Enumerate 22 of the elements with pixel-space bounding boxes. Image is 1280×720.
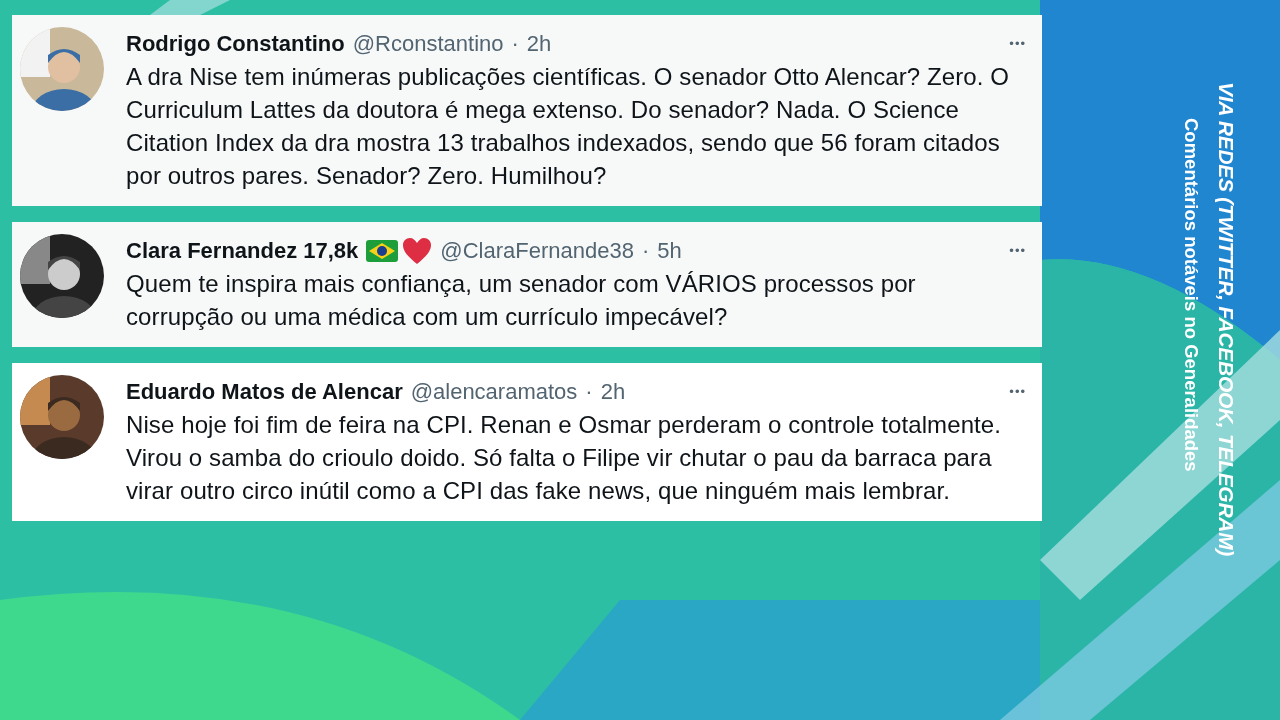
author-name: Rodrigo Constantino [126, 30, 345, 58]
tweet-text: A dra Nise tem inúmeras publicações científicas. O senador Otto Alencar? Zero. O Curriculum Lattes da doutora é mega extenso. Do senador? Nada. O Science Citation Index da dra mostra 13 trabalhos indexados, sendo que 56 foram citados por outros pares. Senador? Zero. Humilhou? [126, 62, 1011, 191]
banner-title: VIA REDES (TWITTER, FACEBOOK, TELEGRAM) [1214, 82, 1239, 559]
tweet-time[interactable]: 2h [600, 375, 626, 408]
tweet-text: Nise hoje foi fim de feira na CPI. Renan e Osmar perderam o controle totalmente. Virou o samba do crioulo doido. Só falta o Filipe vir chutar o pau da barraca para virar outro circo inútil como a CPI das fake news, que ninguém mais lembrar. [126, 410, 1003, 506]
separator-dot: · [641, 237, 650, 265]
separator-dot: · [511, 30, 519, 58]
tweet-time[interactable]: 2h [526, 27, 552, 60]
more-button[interactable]: ••• [1009, 33, 1026, 54]
flag-icon [366, 239, 399, 262]
heart-icon [402, 236, 433, 265]
author-handle[interactable]: @alencaramatos [410, 375, 578, 408]
banner-subtitle: Comentários notáveis no Generalidades [1179, 118, 1203, 474]
tweet-time[interactable]: 5h [657, 234, 682, 267]
author-handle[interactable]: @ClaraFernande38 [440, 234, 634, 267]
author-name: Clara Fernandez 17,8k [126, 237, 359, 265]
author-handle[interactable]: @Rconstantino [352, 27, 504, 60]
separator-dot: · [585, 378, 593, 406]
more-button[interactable]: ••• [1009, 240, 1026, 261]
author-name: Eduardo Matos de Alencar [126, 378, 403, 406]
tweet-text: Quem te inspira mais confiança, um senador com VÁRIOS processos por corrupção ou uma médica com um currículo impecável? [126, 269, 917, 332]
more-button[interactable]: ••• [1009, 381, 1026, 402]
